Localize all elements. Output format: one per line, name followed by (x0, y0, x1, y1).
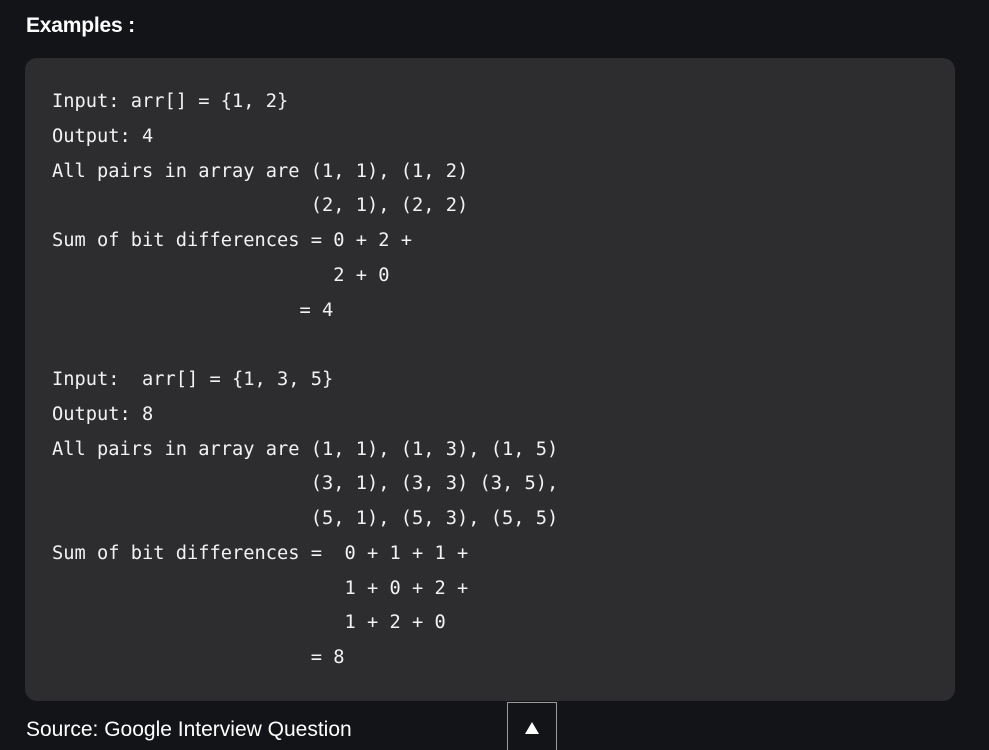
code-line: 2 + 0 (52, 264, 390, 286)
code-line: Sum of bit differences = 0 + 1 + 1 + (52, 542, 469, 564)
code-line: Output: 4 (52, 125, 154, 147)
code-line: 1 + 2 + 0 (52, 612, 446, 634)
code-line: (2, 1), (2, 2) (52, 195, 469, 217)
arrow-up-icon (525, 722, 539, 734)
code-line: (3, 1), (3, 3) (3, 5), (52, 473, 559, 495)
source-text: Source: Google Interview Question (26, 718, 352, 741)
code-line: 1 + 0 + 2 + (52, 577, 469, 599)
section-heading: Examples : (26, 14, 135, 37)
code-line: Input: arr[] = {1, 3, 5} (52, 369, 334, 390)
code-lines: Input: arr[] = {1, 2} Output: 4 All pairs … (52, 89, 558, 680)
code-line: = 8 (52, 647, 345, 668)
code-line: All pairs in array are (1, 1), (1, 3), (… (52, 438, 559, 460)
code-line: = 4 (52, 299, 334, 321)
code-line: Input: arr[] = {1, 2} (52, 91, 289, 112)
code-line: Sum of bit differences = 0 + 2 + (52, 230, 413, 251)
scroll-to-top-button[interactable] (507, 702, 557, 750)
code-block: Input: arr[] = {1, 2} Output: 4 All pairs … (25, 58, 955, 701)
code-line: (5, 1), (5, 3), (5, 5) (52, 508, 559, 529)
code-line: Output: 8 (52, 403, 154, 425)
code-line: All pairs in array are (1, 1), (1, 2) (52, 160, 469, 182)
